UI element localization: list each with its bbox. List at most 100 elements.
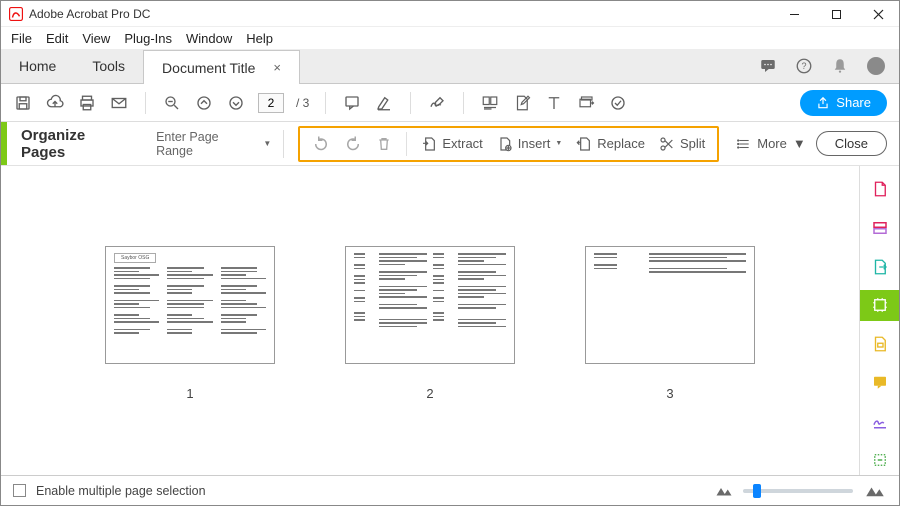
zoom-slider[interactable] [743, 489, 853, 493]
comment-icon[interactable] [342, 93, 362, 113]
zoom-out-icon[interactable] [162, 93, 182, 113]
zoom-slider-knob[interactable] [753, 484, 761, 498]
page-thumbnail-3[interactable]: 3 [585, 246, 755, 401]
text-tool-icon[interactable] [544, 93, 564, 113]
close-tab-icon[interactable]: × [273, 60, 281, 75]
rail-create-pdf[interactable] [860, 174, 900, 205]
page-number-label: 2 [426, 386, 433, 401]
maximize-button[interactable] [815, 1, 857, 27]
menu-help[interactable]: Help [246, 31, 273, 46]
split-label: Split [680, 136, 705, 151]
toolbar-separator [410, 92, 411, 114]
minimize-button[interactable] [773, 1, 815, 27]
share-button[interactable]: Share [800, 90, 887, 116]
page-range-dropdown[interactable]: Enter Page Range ▼ [156, 130, 284, 158]
window-titlebar: Adobe Acrobat Pro DC [1, 1, 899, 27]
menu-plugins[interactable]: Plug-Ins [124, 31, 172, 46]
rotate-left-button[interactable] [312, 135, 330, 153]
scan-ocr-icon[interactable] [480, 93, 500, 113]
user-avatar[interactable] [867, 57, 885, 75]
rail-export-pdf[interactable] [860, 251, 900, 282]
menu-window[interactable]: Window [186, 31, 232, 46]
thumbnails-row: Saybor OSG 1 [1, 246, 859, 401]
tab-document-label: Document Title [162, 60, 255, 76]
rail-organize-pages[interactable] [860, 290, 900, 321]
tab-document[interactable]: Document Title × [143, 50, 300, 84]
menu-edit[interactable]: Edit [46, 31, 68, 46]
extract-label: Extract [442, 136, 482, 151]
acrobat-icon [9, 7, 23, 21]
tab-bar: Home Tools Document Title × ? [1, 49, 899, 84]
menu-bar: File Edit View Plug-Ins Window Help [1, 27, 899, 49]
rail-comment[interactable] [860, 329, 900, 360]
close-label: Close [835, 136, 868, 151]
replace-label: Replace [597, 136, 645, 151]
footer-bar: Enable multiple page selection [1, 475, 899, 505]
insert-button[interactable]: Insert ▼ [497, 136, 562, 152]
share-button-label: Share [836, 95, 871, 110]
highlighted-tool-group: Extract Insert ▼ Replace Split [298, 126, 719, 162]
page-down-icon[interactable] [226, 93, 246, 113]
tab-tools[interactable]: Tools [74, 49, 143, 83]
tab-tools-label: Tools [92, 58, 125, 74]
right-tools-rail [859, 166, 899, 475]
email-icon[interactable] [109, 93, 129, 113]
toolbar-separator [463, 92, 464, 114]
rail-redact[interactable] [860, 444, 900, 475]
tab-home-label: Home [19, 58, 56, 74]
signature-icon[interactable] [427, 93, 447, 113]
chevron-down-icon: ▼ [555, 140, 562, 147]
tab-home[interactable]: Home [1, 49, 74, 83]
more-dropdown[interactable]: More ▼ [737, 136, 806, 151]
page-number-label: 1 [186, 386, 193, 401]
export-pdf-icon[interactable] [576, 93, 596, 113]
window-controls [773, 1, 899, 27]
rotate-right-button[interactable] [344, 135, 362, 153]
split-button[interactable]: Split [659, 136, 705, 152]
multiple-selection-checkbox[interactable] [13, 484, 26, 497]
zoom-large-icon[interactable] [863, 484, 887, 498]
chat-icon[interactable] [759, 57, 777, 75]
zoom-small-icon[interactable] [715, 485, 733, 497]
insert-label: Insert [518, 136, 551, 151]
menu-file[interactable]: File [11, 31, 32, 46]
extract-button[interactable]: Extract [421, 136, 482, 152]
save-icon[interactable] [13, 93, 33, 113]
page-up-icon[interactable] [194, 93, 214, 113]
organize-pages-bar: Organize Pages Enter Page Range ▼ Extrac… [1, 122, 899, 166]
page-thumbnail-2[interactable]: 2 [345, 246, 515, 401]
page-thumbnail-1[interactable]: Saybor OSG 1 [105, 246, 275, 401]
help-icon[interactable]: ? [795, 57, 813, 75]
cloud-upload-icon[interactable] [45, 93, 65, 113]
pages-pane: Saybor OSG 1 [1, 166, 859, 475]
thumb1-header: Saybor OSG [114, 253, 156, 263]
rail-combine[interactable] [860, 213, 900, 244]
check-circle-icon[interactable] [608, 93, 628, 113]
organize-accent [1, 122, 7, 165]
organize-title: Organize Pages [21, 127, 132, 161]
page-range-label: Enter Page Range [156, 130, 257, 158]
print-icon[interactable] [77, 93, 97, 113]
svg-text:?: ? [801, 61, 806, 71]
menu-view[interactable]: View [82, 31, 110, 46]
rail-fill-sign[interactable] [860, 406, 900, 437]
chevron-down-icon: ▼ [263, 139, 271, 148]
toolbar-separator [145, 92, 146, 114]
delete-button[interactable] [376, 135, 392, 153]
bell-icon[interactable] [831, 57, 849, 75]
edit-pdf-icon[interactable] [512, 93, 532, 113]
content-area: Saybor OSG 1 [1, 166, 899, 475]
rail-sticky-note[interactable] [860, 367, 900, 398]
main-toolbar: / 3 Share [1, 84, 899, 122]
page-number-input[interactable] [258, 93, 284, 113]
page-number-label: 3 [666, 386, 673, 401]
close-window-button[interactable] [857, 1, 899, 27]
more-label: More [757, 136, 787, 151]
close-organize-button[interactable]: Close [816, 131, 887, 156]
window-title: Adobe Acrobat Pro DC [29, 7, 150, 21]
chevron-down-icon: ▼ [793, 136, 806, 151]
highlight-icon[interactable] [374, 93, 394, 113]
page-total-label: / 3 [296, 96, 309, 110]
replace-button[interactable]: Replace [576, 136, 645, 152]
multiple-selection-label: Enable multiple page selection [36, 484, 206, 498]
